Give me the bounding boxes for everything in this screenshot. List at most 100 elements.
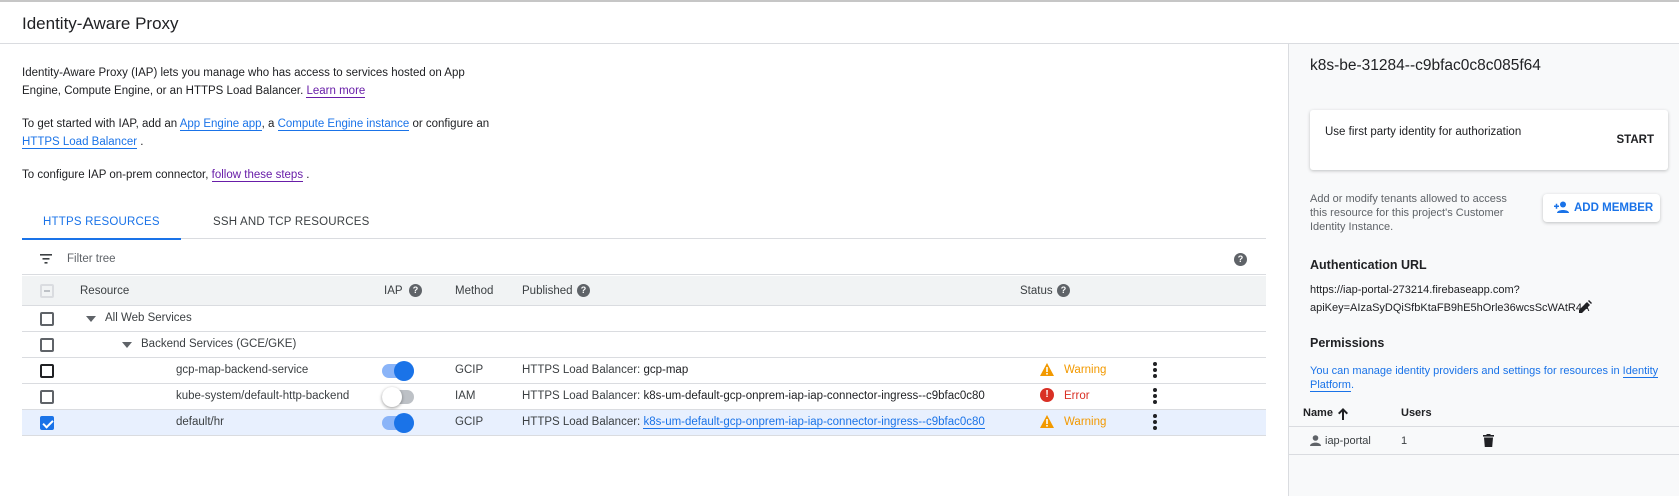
top-bar: Identity-Aware Proxy [0, 0, 1679, 44]
perm-desc-text: You can manage identity providers and se… [1310, 365, 1620, 377]
row-checkbox[interactable] [40, 390, 54, 404]
col-published: Published [522, 285, 573, 297]
intro-paragraph-2: To get started with IAP, add an App Engi… [22, 115, 492, 151]
follow-steps-link[interactable]: follow these steps [211, 169, 304, 182]
resource-name: gcp-map-backend-service [176, 364, 309, 376]
col-iap: IAP [384, 285, 403, 297]
iap-toggle[interactable] [382, 361, 414, 381]
panel-title: k8s-be-31284--c9bfac0c8c085f64 [1310, 57, 1541, 74]
table-row[interactable]: Backend Services (GCE/GKE) [22, 332, 1266, 358]
filter-bar: Filter tree ? [22, 245, 1266, 275]
page-title: Identity-Aware Proxy [22, 14, 179, 33]
table-header: Resource IAP ? Method Published ? Status… [22, 276, 1266, 306]
published-link[interactable]: k8s-um-default-gcp-onprem-iap-iap-connec… [643, 416, 985, 429]
info-panel: k8s-be-31284--c9bfac0c8c085f64 Use first… [1288, 44, 1679, 496]
permission-users: 1 [1401, 435, 1408, 447]
intro-text-2a: To get started with IAP, add an [22, 118, 178, 130]
filter-input[interactable]: Filter tree [67, 253, 116, 265]
auth-url-heading: Authentication URL [1310, 258, 1427, 272]
row-checkbox[interactable] [40, 312, 54, 326]
intro-text-3a: To configure IAP on-prem connector, [22, 169, 209, 181]
permission-row: iap-portal 1 [1289, 427, 1679, 455]
status-badge: Warning [1064, 416, 1107, 428]
edit-pencil-icon[interactable] [1579, 300, 1592, 313]
warning-icon [1040, 363, 1054, 376]
intro-text-3b: . [306, 169, 310, 181]
table-row[interactable]: gcp-map-backend-service GCIP HTTPS Load … [22, 358, 1266, 384]
warning-icon [1040, 415, 1054, 428]
delete-icon[interactable] [1483, 434, 1494, 447]
published-value: k8s-um-default-gcp-onprem-iap-iap-connec… [643, 390, 985, 402]
col-method: Method [455, 285, 494, 297]
person-add-icon [1554, 201, 1569, 213]
more-vert-icon[interactable] [1153, 414, 1157, 432]
select-all-checkbox [40, 284, 54, 298]
collapse-arrow-icon[interactable] [86, 316, 96, 322]
col-name[interactable]: Name [1303, 407, 1333, 419]
published-prefix: HTTPS Load Balancer: [522, 364, 641, 376]
row-checkbox[interactable] [40, 416, 54, 430]
iap-toggle[interactable] [382, 413, 414, 433]
method: IAM [455, 390, 476, 402]
person-icon [1310, 435, 1321, 446]
method: GCIP [455, 416, 484, 428]
first-party-text: Use first party identity for authorizati… [1325, 126, 1522, 138]
resource-name: All Web Services [105, 312, 192, 324]
table-row[interactable]: kube-system/default-http-backend IAM HTT… [22, 384, 1266, 410]
start-button[interactable]: START [1617, 134, 1654, 146]
published-prefix: HTTPS Load Balancer: [522, 390, 641, 402]
help-icon[interactable]: ? [1234, 253, 1247, 266]
intro-text-1: Identity-Aware Proxy (IAP) lets you mana… [22, 67, 465, 97]
arrow-up-icon[interactable] [1338, 408, 1348, 420]
published: HTTPS Load Balancer: gcp-map [522, 364, 688, 376]
auth-url: https://iap-portal-273214.firebaseapp.co… [1310, 281, 1589, 317]
table-row[interactable]: All Web Services [22, 306, 1266, 332]
add-member-button[interactable]: ADD MEMBER [1543, 194, 1660, 222]
app-engine-link[interactable]: App Engine app [179, 118, 262, 131]
collapse-arrow-icon[interactable] [122, 342, 132, 348]
resource-name: kube-system/default-http-backend [176, 390, 350, 402]
intro-paragraph-1: Identity-Aware Proxy (IAP) lets you mana… [22, 64, 492, 100]
status-help-icon[interactable]: ? [1057, 284, 1070, 297]
resource-name: default/hr [176, 416, 224, 428]
col-users: Users [1401, 407, 1432, 419]
intro-text-2c: or configure an [412, 118, 490, 130]
permission-name: iap-portal [1325, 435, 1371, 447]
filter-icon[interactable] [40, 254, 52, 264]
permissions-table: Name Users iap-portal 1 [1289, 399, 1679, 455]
permissions-description: You can manage identity providers and se… [1310, 364, 1660, 392]
published: HTTPS Load Balancer: k8s-um-default-gcp-… [522, 390, 985, 402]
row-checkbox[interactable] [40, 364, 54, 378]
intro-paragraph-3: To configure IAP on-prem connector, foll… [22, 166, 492, 184]
error-icon: ! [1040, 388, 1054, 402]
tenant-description: Add or modify tenants allowed to access … [1310, 193, 1507, 233]
add-member-label: ADD MEMBER [1574, 202, 1654, 214]
intro-text-2d: . [140, 136, 144, 148]
tab-https-resources[interactable]: HTTPS RESOURCES [22, 205, 181, 240]
published-help-icon[interactable]: ? [577, 284, 590, 297]
compute-engine-link[interactable]: Compute Engine instance [277, 118, 410, 131]
col-status: Status [1020, 285, 1053, 297]
published-prefix: HTTPS Load Balancer: [522, 416, 641, 428]
more-vert-icon[interactable] [1153, 362, 1157, 380]
resource-tabs: HTTPS RESOURCES SSH AND TCP RESOURCES [22, 205, 1266, 240]
row-checkbox[interactable] [40, 338, 54, 352]
tab-ssh-tcp-resources[interactable]: SSH AND TCP RESOURCES [192, 205, 391, 239]
permissions-heading: Permissions [1310, 336, 1385, 350]
first-party-card: Use first party identity for authorizati… [1310, 110, 1668, 170]
method: GCIP [455, 364, 484, 376]
resource-table: Resource IAP ? Method Published ? Status… [22, 276, 1266, 436]
col-resource: Resource [80, 285, 130, 297]
https-load-balancer-link[interactable]: HTTPS Load Balancer [22, 136, 138, 149]
iap-toggle[interactable] [382, 387, 414, 407]
auth-url-line-2: apiKey=AIzaSyDQiSfbKtaFB9hE5hOrle36wcsSc… [1310, 302, 1590, 314]
learn-more-link[interactable]: Learn more [306, 85, 366, 98]
table-row[interactable]: default/hr GCIP HTTPS Load Balancer: k8s… [22, 410, 1266, 436]
more-vert-icon[interactable] [1153, 388, 1157, 406]
published: HTTPS Load Balancer: k8s-um-default-gcp-… [522, 416, 985, 429]
published-value: gcp-map [643, 364, 689, 376]
iap-help-icon[interactable]: ? [409, 284, 422, 297]
intro-text-2b: , a [261, 118, 275, 130]
resource-name: Backend Services (GCE/GKE) [141, 338, 297, 350]
status-badge: Warning [1064, 364, 1107, 376]
